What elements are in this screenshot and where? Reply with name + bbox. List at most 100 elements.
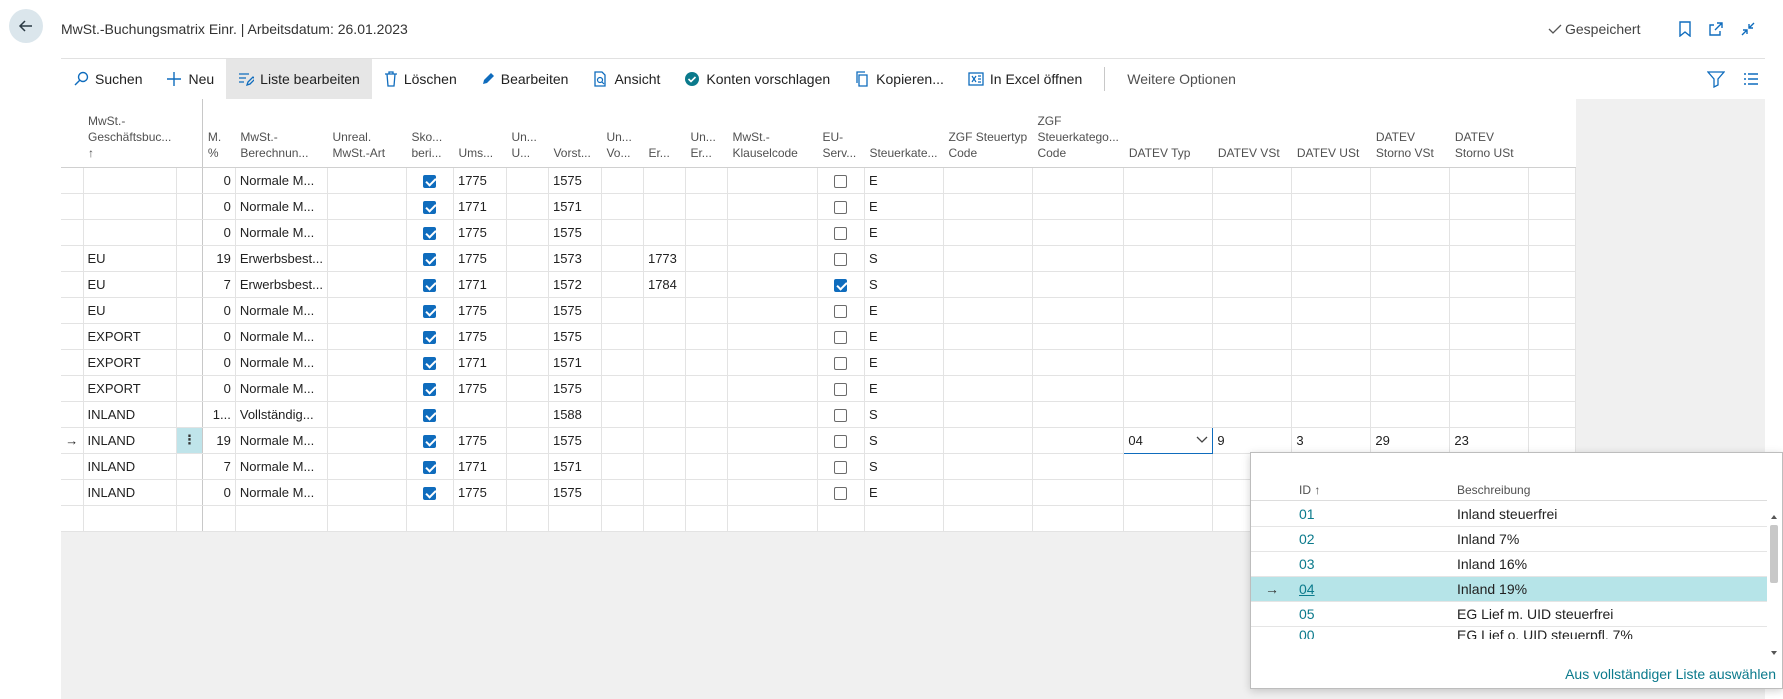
empty-cell[interactable]	[548, 505, 602, 532]
cell-datev-ust[interactable]	[1291, 245, 1372, 272]
cell-zgf-tax-type-code[interactable]	[943, 193, 1033, 220]
cell-datev-vst[interactable]	[1212, 349, 1293, 376]
suggest-accounts-button[interactable]: Konten vorschlagen	[672, 59, 842, 99]
empty-cell[interactable]	[202, 505, 236, 532]
cell-datev-ust[interactable]	[1291, 349, 1372, 376]
cell-datev-storno-ust[interactable]: 23	[1449, 427, 1530, 454]
cell-sales-vat-account[interactable]: 1771	[453, 193, 507, 220]
col-tax-category[interactable]: Steuerkate...	[864, 99, 944, 168]
row-selector[interactable]	[61, 219, 84, 246]
cell-zgf-tax-type-code[interactable]	[943, 479, 1033, 506]
cell-eu-service[interactable]	[817, 427, 865, 454]
cell-vat-percent[interactable]: 0	[202, 349, 236, 376]
cell-eu-service[interactable]	[817, 479, 865, 506]
lookup-row[interactable]: 03 Inland 16%	[1251, 552, 1767, 577]
cell-datev-ust[interactable]	[1291, 271, 1372, 298]
cell-actions[interactable]	[176, 323, 203, 350]
cell-tax-category[interactable]: E	[864, 349, 944, 376]
discount-checkbox[interactable]	[423, 174, 437, 188]
cell-tax-category[interactable]: E	[864, 479, 944, 506]
col-unrealized-vat-type[interactable]: Unreal. MwSt.-Art	[327, 99, 407, 168]
table-row[interactable]: EU 0 Normale M... 1775 1575 E	[61, 297, 1577, 324]
cell-unreal-purchase[interactable]	[601, 453, 644, 480]
row-actions-icon[interactable]: ⋮	[176, 427, 203, 454]
cell-datev-storno-vst[interactable]	[1370, 323, 1451, 350]
chevron-down-icon[interactable]	[1196, 436, 1208, 444]
cell-datev-ust[interactable]	[1291, 193, 1372, 220]
cell-datev-storno-vst[interactable]	[1370, 349, 1451, 376]
cell-unreal-purchase[interactable]	[601, 401, 644, 428]
cell-zgf-tax-category-code[interactable]	[1032, 245, 1125, 272]
table-row[interactable]: 0 Normale M... 1775 1575 E	[61, 167, 1577, 194]
cell-unreal-reverse[interactable]	[685, 167, 728, 194]
eu-service-checkbox[interactable]	[834, 382, 848, 396]
cell-vat-percent[interactable]: 0	[202, 297, 236, 324]
cell-unreal-sales[interactable]	[506, 349, 549, 376]
cell-vat-clause-code[interactable]	[727, 219, 818, 246]
cell-vat-calculation[interactable]: Vollständig...	[235, 401, 328, 428]
cell-vat-percent[interactable]: 0	[202, 193, 236, 220]
cell-eu-service[interactable]	[817, 375, 865, 402]
cell-unreal-sales[interactable]	[506, 479, 549, 506]
cell-datev-storno-vst[interactable]	[1370, 297, 1451, 324]
eu-service-checkbox[interactable]	[834, 434, 848, 448]
cell-reverse-charge[interactable]	[643, 479, 686, 506]
cell-datev-vst[interactable]	[1212, 401, 1293, 428]
cell-unrealized-vat-type[interactable]	[327, 323, 407, 350]
col-eu-service[interactable]: EU- Serv...	[817, 99, 865, 168]
table-row[interactable]: EXPORT 0 Normale M... 1775 1575 E	[61, 375, 1577, 402]
lookup-id[interactable]: 00	[1299, 627, 1315, 639]
cell-zgf-tax-type-code[interactable]	[943, 427, 1033, 454]
cell-discount[interactable]	[406, 297, 454, 324]
col-unreal-purchase[interactable]: Un... Vo...	[601, 99, 644, 168]
cell-purchase-vat-account[interactable]: 1575	[548, 167, 602, 194]
cell-sales-vat-account[interactable]: 1775	[453, 479, 507, 506]
cell-reverse-charge[interactable]	[643, 375, 686, 402]
table-row[interactable]: EU 19 Erwerbsbest... 1775 1573 1773 S	[61, 245, 1577, 272]
cell-vat-calculation[interactable]: Erwerbsbest...	[235, 245, 328, 272]
col-datev-ust[interactable]: DATEV USt	[1291, 99, 1371, 168]
cell-unreal-purchase[interactable]	[601, 479, 644, 506]
cell-reverse-charge[interactable]	[643, 401, 686, 428]
cell-vat-clause-code[interactable]	[727, 427, 818, 454]
cell-vat-calculation[interactable]: Normale M...	[235, 349, 328, 376]
cell-purchase-vat-account[interactable]: 1571	[548, 193, 602, 220]
cell-datev-storno-ust[interactable]	[1449, 193, 1530, 220]
cell-vat-percent[interactable]: 7	[202, 453, 236, 480]
cell-eu-service[interactable]	[817, 219, 865, 246]
table-row[interactable]: EXPORT 0 Normale M... 1775 1575 E	[61, 323, 1577, 350]
cell-datev-vst[interactable]	[1212, 167, 1293, 194]
eu-service-checkbox[interactable]	[834, 304, 848, 318]
col-vat-percent[interactable]: M. %	[202, 99, 236, 168]
col-datev-type[interactable]: DATEV Typ	[1123, 99, 1213, 168]
cell-unreal-purchase[interactable]	[601, 349, 644, 376]
cell-sales-vat-account[interactable]: 1775	[453, 245, 507, 272]
cell-datev-vst[interactable]	[1212, 219, 1293, 246]
cell-discount[interactable]	[406, 427, 454, 454]
bookmark-icon[interactable]	[1676, 20, 1694, 38]
empty-cell[interactable]	[83, 505, 177, 532]
cell-reverse-charge[interactable]: 1773	[643, 245, 686, 272]
table-row[interactable]: INLAND 1... Vollständig... 1588 S	[61, 401, 1577, 428]
cell-datev-storno-vst[interactable]	[1370, 245, 1451, 272]
col-zgf-tax-category-code[interactable]: ZGF Steuerkatego... Code	[1032, 99, 1124, 168]
cell-datev-type[interactable]	[1123, 401, 1214, 428]
cell-purchase-vat-account[interactable]: 1572	[548, 271, 602, 298]
cell-reverse-charge[interactable]	[643, 349, 686, 376]
cell-unreal-reverse[interactable]	[685, 245, 728, 272]
cell-zgf-tax-type-code[interactable]	[943, 453, 1033, 480]
cell-datev-ust[interactable]	[1291, 375, 1372, 402]
cell-vat-percent[interactable]: 1...	[202, 401, 236, 428]
cell-zgf-tax-category-code[interactable]	[1032, 375, 1125, 402]
cell-datev-type[interactable]	[1123, 479, 1214, 506]
cell-unreal-purchase[interactable]	[601, 427, 644, 454]
cell-unreal-sales[interactable]	[506, 375, 549, 402]
cell-sales-vat-account[interactable]: 1775	[453, 375, 507, 402]
cell-zgf-tax-category-code[interactable]	[1032, 167, 1125, 194]
cell-unrealized-vat-type[interactable]	[327, 297, 407, 324]
cell-vat-calculation[interactable]: Erwerbsbest...	[235, 271, 328, 298]
cell-vat-calculation[interactable]: Normale M...	[235, 219, 328, 246]
cell-discount[interactable]	[406, 453, 454, 480]
cell-datev-vst[interactable]	[1212, 271, 1293, 298]
cell-actions[interactable]	[176, 297, 203, 324]
